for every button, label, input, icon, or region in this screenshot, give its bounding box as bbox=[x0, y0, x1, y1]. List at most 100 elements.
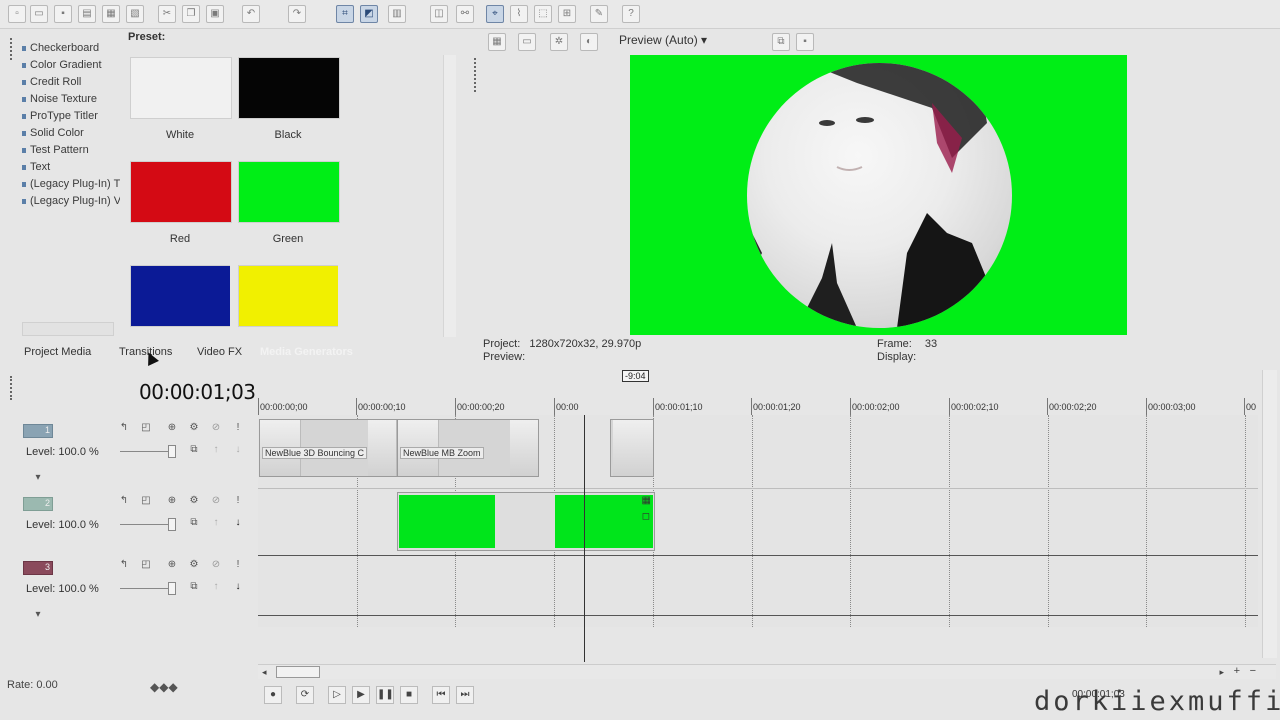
generator-item[interactable]: Checkerboard bbox=[20, 40, 120, 57]
preset-scrollbar[interactable] bbox=[443, 55, 456, 337]
pause-icon[interactable]: ❚❚ bbox=[376, 686, 394, 704]
expand-track-icon[interactable]: ▾ bbox=[32, 472, 44, 484]
external-monitor-icon[interactable]: ▭ bbox=[518, 33, 536, 51]
loop-region-marker[interactable]: -9:04 bbox=[622, 370, 649, 382]
level-slider-knob[interactable] bbox=[168, 518, 176, 531]
preview-properties-icon[interactable]: ▦ bbox=[488, 33, 506, 51]
play-from-start-icon[interactable]: ▷ bbox=[328, 686, 346, 704]
render-icon[interactable]: ▤ bbox=[78, 5, 96, 23]
expand-track-icon[interactable]: ▾ bbox=[32, 609, 44, 621]
generated-media-clip[interactable]: ▦ ◻ bbox=[397, 492, 655, 551]
video-clip[interactable]: NewBlue MB Zoom bbox=[397, 419, 539, 477]
tab-media-generators[interactable]: Media Generators bbox=[260, 346, 353, 358]
track-header-2[interactable]: 2 ↰ ◰ ⊕ ⚙ ⊘ ! Level: 100.0 % ⧉ ↑ ↓ bbox=[8, 491, 248, 556]
preview-quality-dropdown[interactable]: Preview (Auto) ▾ bbox=[619, 33, 707, 47]
generator-item[interactable]: Text bbox=[20, 159, 120, 176]
copy-snapshot-icon[interactable]: ⧉ bbox=[772, 33, 790, 51]
generator-item[interactable]: Test Pattern bbox=[20, 142, 120, 159]
go-to-start-icon[interactable]: ⏮ bbox=[432, 686, 450, 704]
properties-icon[interactable]: ▦ bbox=[102, 5, 120, 23]
mute-icon[interactable]: ⊘ bbox=[210, 422, 222, 434]
normal-edit-tool-icon[interactable]: ⌖ bbox=[486, 5, 504, 23]
make-compositing-child-icon[interactable]: ↓ bbox=[232, 581, 244, 593]
generator-item[interactable]: (Legacy Plug-In) V bbox=[20, 193, 120, 210]
split-screen-icon[interactable]: ◐ bbox=[580, 33, 598, 51]
generator-list-scrollbar[interactable] bbox=[22, 322, 114, 336]
scroll-thumb[interactable] bbox=[276, 666, 320, 678]
open-icon[interactable]: ▭ bbox=[30, 5, 48, 23]
fx-icon[interactable]: ✲ bbox=[550, 33, 568, 51]
tab-project-media[interactable]: Project Media bbox=[24, 346, 91, 358]
track-motion-icon[interactable]: ◰ bbox=[140, 495, 152, 507]
gear-icon[interactable]: ⚙ bbox=[188, 559, 200, 571]
save-snapshot-icon[interactable]: ▪ bbox=[796, 33, 814, 51]
make-compositing-parent-icon[interactable]: ↑ bbox=[210, 517, 222, 529]
scroll-left-icon[interactable]: ◂ bbox=[262, 667, 267, 678]
media-generator-icon[interactable]: ◻ bbox=[642, 511, 650, 522]
scroll-right-icon[interactable]: ▸ bbox=[1219, 667, 1224, 678]
import-icon[interactable]: ▧ bbox=[126, 5, 144, 23]
generator-item[interactable]: Noise Texture bbox=[20, 91, 120, 108]
edit-icon[interactable]: ✎ bbox=[590, 5, 608, 23]
video-clip[interactable] bbox=[610, 419, 654, 477]
help-icon[interactable]: ? bbox=[622, 5, 640, 23]
video-clip[interactable]: NewBlue 3D Bouncing C bbox=[259, 419, 398, 477]
generator-item[interactable]: ProType Titler bbox=[20, 108, 120, 125]
loop-playback-icon[interactable]: ⟳ bbox=[296, 686, 314, 704]
gear-icon[interactable]: ⚙ bbox=[188, 495, 200, 507]
cut-icon[interactable]: ✂ bbox=[158, 5, 176, 23]
track-fx-icon[interactable]: ⊕ bbox=[166, 422, 178, 434]
redo-icon[interactable]: ↷ bbox=[288, 5, 306, 23]
preset-yellow[interactable] bbox=[238, 265, 338, 327]
zoom-tool-icon[interactable]: ⊞ bbox=[558, 5, 576, 23]
zoom-in-icon[interactable]: + bbox=[1234, 665, 1240, 677]
generator-item[interactable]: Color Gradient bbox=[20, 57, 120, 74]
track-header-1[interactable]: 1 ↰ ◰ ⊕ ⚙ ⊘ ! Level: 100.0 % ⧉ ↑ ↓ ▾ bbox=[8, 418, 248, 483]
level-slider-track[interactable] bbox=[120, 524, 175, 525]
timeline-vertical-scrollbar[interactable] bbox=[1262, 370, 1277, 658]
undo-icon[interactable]: ↶ bbox=[242, 5, 260, 23]
lock-envelopes-icon[interactable]: ▥ bbox=[388, 5, 406, 23]
preset-red[interactable]: Red bbox=[130, 161, 232, 261]
preset-black[interactable]: Black bbox=[238, 57, 340, 157]
compositing-mode-icon[interactable]: ⧉ bbox=[188, 581, 200, 593]
gear-icon[interactable]: ⚙ bbox=[188, 422, 200, 434]
preview-drag-handle[interactable] bbox=[474, 58, 479, 92]
track-fx-icon[interactable]: ⊕ bbox=[166, 559, 178, 571]
save-icon[interactable]: ▪ bbox=[54, 5, 72, 23]
level-slider-knob[interactable] bbox=[168, 582, 176, 595]
track-motion-icon[interactable]: ◰ bbox=[140, 422, 152, 434]
generator-item[interactable]: Credit Roll bbox=[20, 74, 120, 91]
new-icon[interactable]: ▫ bbox=[8, 5, 26, 23]
preset-green[interactable]: Green bbox=[238, 161, 340, 261]
window-drag-handle[interactable] bbox=[10, 38, 15, 60]
compositing-mode-icon[interactable]: ⧉ bbox=[188, 517, 200, 529]
solo-icon[interactable]: ! bbox=[232, 495, 244, 507]
level-slider-knob[interactable] bbox=[168, 445, 176, 458]
zoom-out-icon[interactable]: − bbox=[1250, 665, 1256, 677]
track-header-3[interactable]: 3 ↰ ◰ ⊕ ⚙ ⊘ ! Level: 100.0 % ⧉ ↑ ↓ ▾ bbox=[8, 555, 248, 620]
level-slider-track[interactable] bbox=[120, 588, 175, 589]
make-compositing-parent-icon[interactable]: ↑ bbox=[210, 444, 222, 456]
mute-icon[interactable]: ⊘ bbox=[210, 559, 222, 571]
selection-tool-icon[interactable]: ⬚ bbox=[534, 5, 552, 23]
event-pan-crop-icon[interactable]: ▦ bbox=[642, 495, 651, 506]
solo-icon[interactable]: ! bbox=[232, 559, 244, 571]
envelope-tool-icon[interactable]: ⌇ bbox=[510, 5, 528, 23]
tab-video-fx[interactable]: Video FX bbox=[197, 346, 242, 358]
make-compositing-child-icon[interactable]: ↓ bbox=[232, 444, 244, 456]
make-compositing-child-icon[interactable]: ↓ bbox=[232, 517, 244, 529]
copy-icon[interactable]: ❐ bbox=[182, 5, 200, 23]
timeline-horizontal-scrollbar[interactable]: ◂ ▸ + − bbox=[258, 664, 1276, 679]
paste-icon[interactable]: ▣ bbox=[206, 5, 224, 23]
mute-icon[interactable]: ⊘ bbox=[210, 495, 222, 507]
bypass-motion-blur-icon[interactable]: ↰ bbox=[118, 495, 130, 507]
level-slider-track[interactable] bbox=[120, 451, 175, 452]
bypass-motion-blur-icon[interactable]: ↰ bbox=[118, 559, 130, 571]
compositing-mode-icon[interactable]: ⧉ bbox=[188, 444, 200, 456]
generator-item[interactable]: (Legacy Plug-In) T bbox=[20, 176, 120, 193]
solo-icon[interactable]: ! bbox=[232, 422, 244, 434]
time-ruler[interactable]: 00:00:00;00 00:00:00;10 00:00:00;20 00:0… bbox=[258, 397, 1258, 416]
preset-white[interactable]: White bbox=[130, 57, 232, 157]
link-icon[interactable]: ⚯ bbox=[456, 5, 474, 23]
